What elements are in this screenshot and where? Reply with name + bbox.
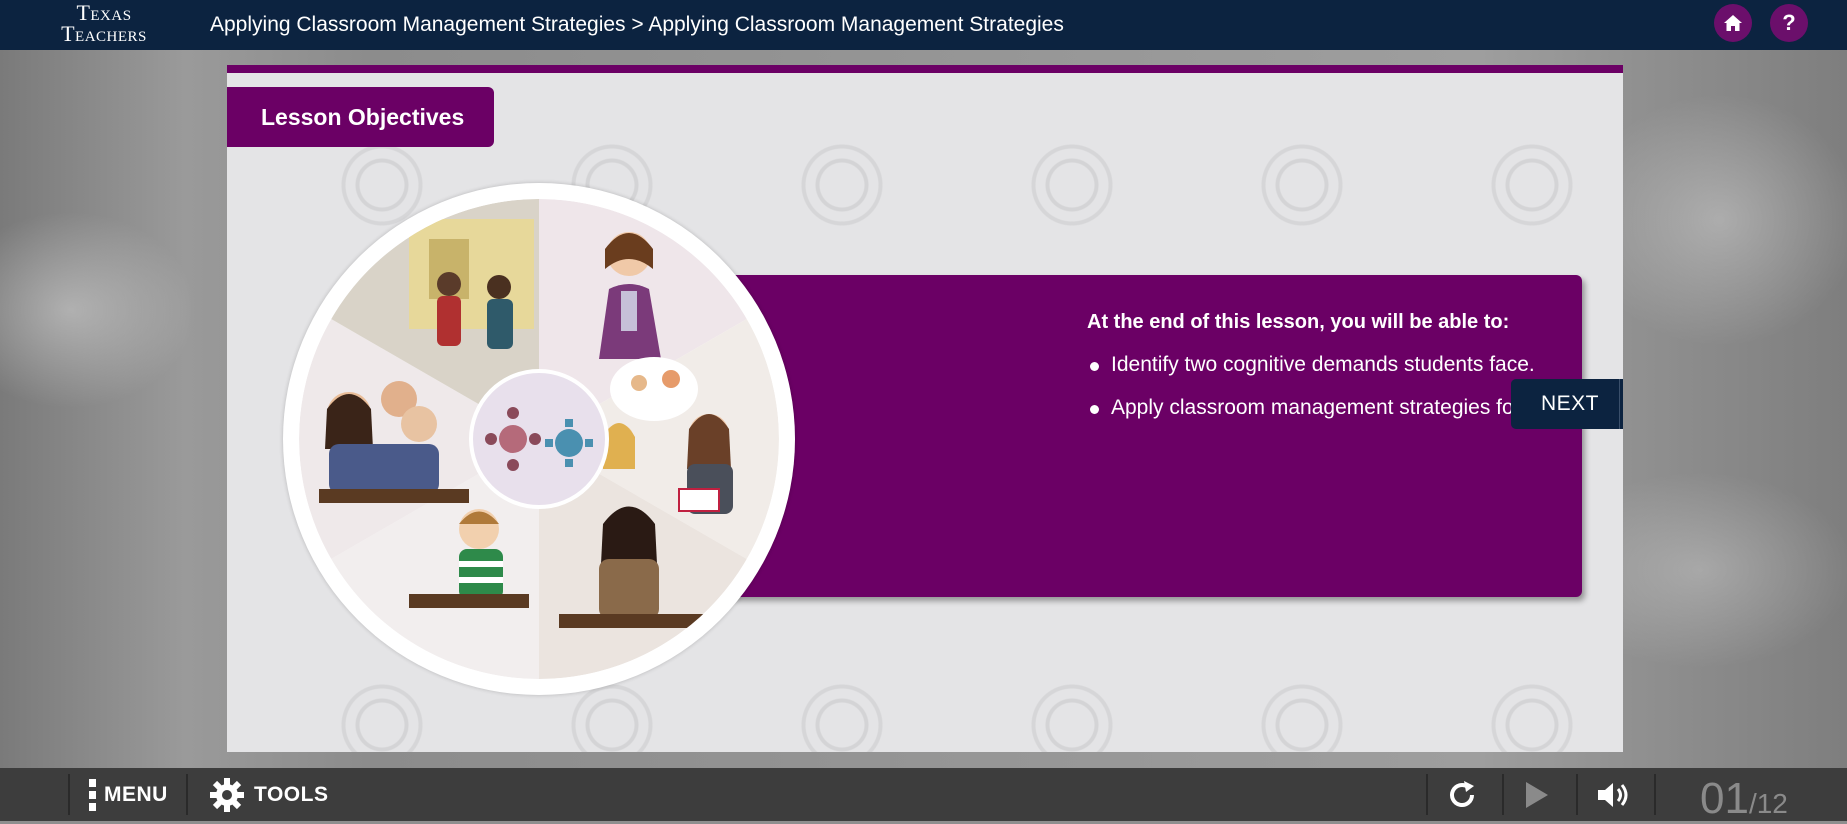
bottom-toolbar: MENU TOOLS 01/12: [0, 768, 1847, 824]
page-counter: 01/12: [1700, 774, 1788, 824]
next-button[interactable]: NEXT: [1511, 379, 1623, 429]
toolbar-divider: [1502, 774, 1504, 815]
objectives-heading: At the end of this lesson, you will be a…: [1087, 311, 1510, 333]
toolbar-divider: [186, 774, 188, 815]
classroom-illustration: [283, 183, 795, 695]
menu-icon: [89, 778, 96, 811]
logo-line-2: Teachers: [61, 21, 147, 46]
replay-icon: [1450, 780, 1474, 807]
top-header: Texas Teachers Applying Classroom Manage…: [0, 0, 1847, 50]
slide-accent-bar: [227, 65, 1623, 73]
toolbar-divider: [1576, 774, 1578, 815]
play-button[interactable]: [1524, 768, 1550, 821]
home-button[interactable]: [1714, 4, 1752, 42]
tools-button[interactable]: TOOLS: [208, 768, 328, 821]
illustration-segments: [299, 199, 779, 679]
replay-button[interactable]: [1444, 768, 1480, 821]
question-icon: ?: [1782, 10, 1796, 35]
toolbar-divider: [1426, 774, 1428, 815]
logo-line-1: Texas: [76, 0, 132, 25]
gear-icon: [210, 777, 244, 812]
objectives-panel: At the end of this lesson, you will be a…: [727, 275, 1623, 597]
texas-teachers-logo: Texas Teachers: [44, 0, 164, 46]
menu-label: MENU: [104, 782, 168, 806]
objective-item: Identify two cognitive demands students …: [1087, 353, 1623, 377]
group-diagram: [469, 369, 609, 509]
next-label: NEXT: [1541, 392, 1600, 415]
play-icon: [1526, 781, 1548, 808]
lesson-slide: Lesson Objectives At the end of this les…: [227, 65, 1623, 752]
lesson-tab-label: Lesson Objectives: [261, 103, 465, 130]
breadcrumb: Applying Classroom Management Strategies…: [210, 13, 1064, 36]
home-icon: [1724, 15, 1742, 31]
tools-label: TOOLS: [254, 782, 329, 806]
chevron-right-icon: [1619, 379, 1623, 429]
toolbar-divider: [68, 774, 70, 815]
group-network-icon: [485, 407, 593, 471]
help-button[interactable]: ?: [1770, 4, 1808, 42]
page-total: /12: [1748, 788, 1788, 819]
volume-button[interactable]: [1596, 768, 1632, 821]
volume-icon: [1598, 782, 1628, 807]
toolbar-divider: [1654, 774, 1656, 815]
page-current: 01: [1700, 774, 1749, 823]
menu-button[interactable]: MENU: [88, 768, 168, 821]
lesson-objectives-tab: Lesson Objectives: [227, 87, 494, 147]
